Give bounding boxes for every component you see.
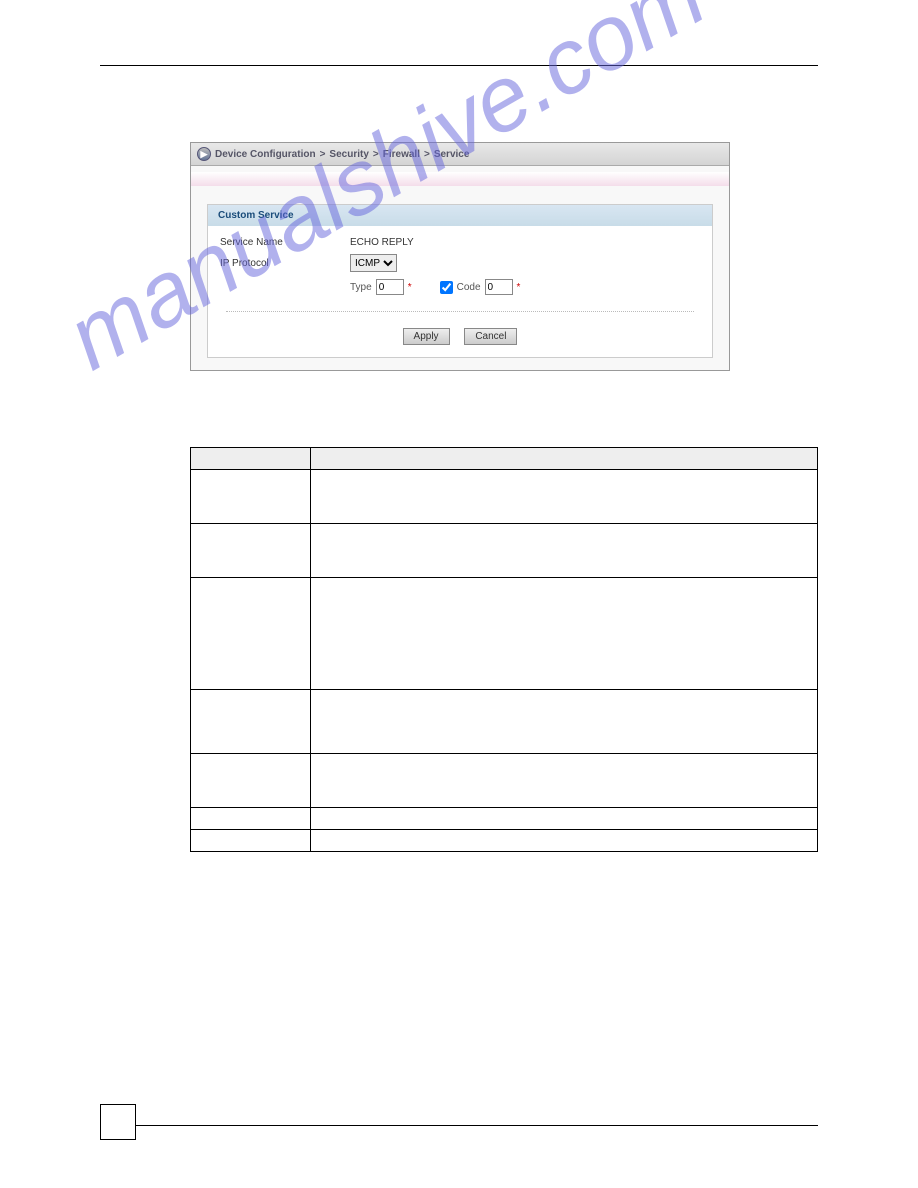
ip-protocol-row: IP Protocol ICMP	[208, 251, 712, 275]
table-cell	[191, 524, 311, 578]
breadcrumb-seg-2[interactable]: Firewall	[383, 149, 420, 160]
ip-protocol-label: IP Protocol	[220, 258, 350, 269]
panel-title: Custom Service	[208, 205, 712, 226]
breadcrumb-seg-0[interactable]: Device Configuration	[215, 149, 316, 160]
router-ui-screenshot: ▶ Device Configuration > Security > Fire…	[190, 142, 730, 371]
code-input[interactable]	[485, 279, 513, 295]
table-header-0	[191, 448, 311, 470]
decorative-stripe	[191, 172, 729, 186]
page-number-box	[100, 1104, 136, 1140]
type-label: Type	[350, 282, 372, 293]
table-cell	[311, 754, 818, 808]
service-name-row: Service Name ECHO REPLY	[208, 234, 712, 251]
service-name-label: Service Name	[220, 237, 350, 248]
required-mark: *	[408, 282, 412, 293]
table-cell	[311, 578, 818, 690]
breadcrumb-sep: >	[424, 149, 430, 160]
table-cell	[311, 690, 818, 754]
button-row: Apply Cancel	[208, 322, 712, 347]
breadcrumb: ▶ Device Configuration > Security > Fire…	[191, 143, 729, 166]
service-name-value: ECHO REPLY	[350, 237, 414, 248]
table-cell	[191, 830, 311, 852]
top-divider	[100, 65, 818, 66]
code-checkbox[interactable]	[440, 281, 453, 294]
ip-protocol-select[interactable]: ICMP	[350, 254, 397, 272]
footer-divider	[100, 1125, 818, 1126]
breadcrumb-seg-1[interactable]: Security	[329, 149, 368, 160]
table-header-1	[311, 448, 818, 470]
dotted-separator	[226, 311, 694, 312]
required-mark: *	[517, 282, 521, 293]
breadcrumb-sep: >	[373, 149, 379, 160]
apply-button[interactable]: Apply	[403, 328, 450, 345]
table-cell	[191, 470, 311, 524]
table-cell	[311, 808, 818, 830]
table-cell	[311, 524, 818, 578]
breadcrumb-sep: >	[320, 149, 326, 160]
table-cell	[191, 578, 311, 690]
table-cell	[191, 754, 311, 808]
type-input[interactable]	[376, 279, 404, 295]
code-label: Code	[457, 282, 481, 293]
cancel-button[interactable]: Cancel	[464, 328, 517, 345]
breadcrumb-seg-3[interactable]: Service	[434, 149, 470, 160]
custom-service-panel: Custom Service Service Name ECHO REPLY I…	[207, 204, 713, 358]
description-table	[190, 447, 818, 852]
table-cell	[191, 690, 311, 754]
type-code-row: Type * Code *	[208, 275, 712, 299]
breadcrumb-icon: ▶	[197, 147, 211, 161]
table-cell	[191, 808, 311, 830]
table-cell	[311, 470, 818, 524]
table-cell	[311, 830, 818, 852]
